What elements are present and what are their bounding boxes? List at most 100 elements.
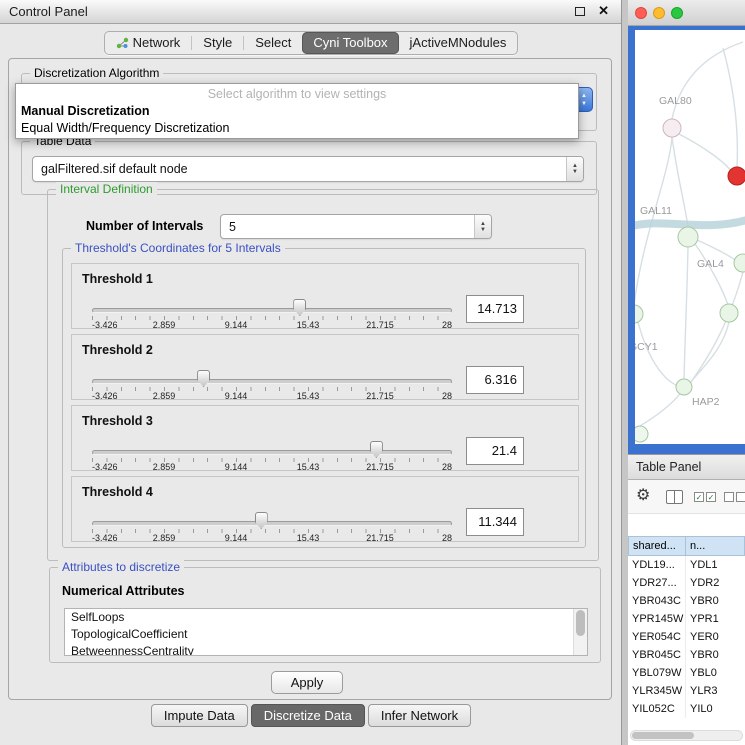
- slider-track[interactable]: [92, 308, 452, 313]
- threshold-3-value-field[interactable]: 21.4: [466, 437, 524, 465]
- tick-label: 21.715: [366, 533, 394, 543]
- network-node[interactable]: [635, 305, 643, 323]
- tab-impute-data[interactable]: Impute Data: [151, 704, 248, 727]
- table-row[interactable]: YDL19...YDL1: [628, 556, 745, 574]
- network-node[interactable]: [734, 254, 745, 272]
- tick-label: 15.43: [297, 391, 320, 401]
- list-item[interactable]: BetweennessCentrality: [65, 643, 587, 656]
- thresholds-group: Threshold's Coordinates for 5 Intervals …: [62, 248, 586, 548]
- list-item[interactable]: TopologicalCoefficient: [65, 626, 587, 643]
- control-panel-window: Control Panel ✕ Network Style: [0, 0, 622, 745]
- network-window-titlebar: [628, 0, 745, 26]
- slider-thumb[interactable]: [370, 441, 383, 458]
- list-item[interactable]: SelfLoops: [65, 609, 587, 626]
- table-row[interactable]: YBR045CYBR0: [628, 646, 745, 664]
- threshold-4-slider[interactable]: -3.426 2.859 9.144 15.43 21.715 28: [92, 477, 452, 543]
- list-scrollbar[interactable]: [573, 609, 587, 655]
- tab-select[interactable]: Select: [244, 32, 302, 54]
- right-panel: GAL80 GAL11 GAL4 GCY1 HAP2 Table Panel ⚙…: [628, 0, 745, 745]
- network-node[interactable]: [678, 227, 698, 247]
- column-header-name[interactable]: n...: [686, 536, 745, 556]
- dropdown-item-manual-discretization[interactable]: Manual Discretization: [16, 103, 578, 120]
- scrollbar-thumb[interactable]: [576, 610, 585, 636]
- node-label: HAP2: [692, 396, 720, 408]
- tick-label: 21.715: [366, 391, 394, 401]
- tick-label: -3.426: [92, 533, 118, 543]
- table-row[interactable]: YBL079WYBL0: [628, 664, 745, 682]
- threshold-1-slider[interactable]: -3.426 2.859 9.144 15.43 21.715 28: [92, 264, 452, 330]
- combobox-value: 5: [221, 220, 474, 234]
- tick-label: 2.859: [153, 391, 176, 401]
- select-check-icon[interactable]: ✓: [694, 492, 704, 502]
- tab-jactivemodules[interactable]: jActiveMNodules: [399, 32, 518, 54]
- threshold-1-value-field[interactable]: 14.713: [466, 295, 524, 323]
- gear-icon[interactable]: ⚙: [636, 487, 650, 505]
- tab-infer-network[interactable]: Infer Network: [368, 704, 471, 727]
- float-window-icon[interactable]: [575, 7, 585, 16]
- table-row[interactable]: YER054CYER0: [628, 628, 745, 646]
- unselect-check-icon[interactable]: [736, 492, 745, 502]
- slider-thumb[interactable]: [293, 299, 306, 316]
- threshold-2-value-field[interactable]: 6.316: [466, 366, 524, 394]
- slider-track[interactable]: [92, 379, 452, 384]
- window-title: Control Panel: [9, 4, 88, 19]
- cell: YBL079W: [628, 664, 686, 682]
- table-row[interactable]: YDR27...YDR2: [628, 574, 745, 592]
- table-row[interactable]: YLR345WYLR3: [628, 682, 745, 700]
- network-node[interactable]: [635, 426, 648, 442]
- unselect-check-icon[interactable]: [724, 492, 734, 502]
- table-row[interactable]: YPR145WYPR1: [628, 610, 745, 628]
- tab-style[interactable]: Style: [192, 32, 243, 54]
- group-title: Discretization Algorithm: [30, 66, 163, 80]
- column-header-shared-name[interactable]: shared...: [628, 536, 686, 556]
- slider-thumb[interactable]: [255, 512, 268, 529]
- tick-label: 21.715: [366, 462, 394, 472]
- attributes-group: Attributes to discretize Numerical Attri…: [49, 567, 601, 663]
- tick-label: 9.144: [225, 462, 248, 472]
- table-row[interactable]: YIL052CYIL0: [628, 700, 745, 718]
- threshold-4-value-field[interactable]: 11.344: [466, 508, 524, 536]
- network-node[interactable]: [663, 119, 681, 137]
- threshold-3-slider[interactable]: -3.426 2.859 9.144 15.43 21.715 28: [92, 406, 452, 472]
- bottom-tabbar: Impute Data Discretize Data Infer Networ…: [0, 704, 622, 727]
- apply-button[interactable]: Apply: [271, 671, 343, 694]
- tab-network[interactable]: Network: [105, 32, 192, 54]
- network-node[interactable]: [676, 379, 692, 395]
- slider-tick-labels: -3.426 2.859 9.144 15.43 21.715 28: [92, 320, 452, 330]
- cell: YBR045C: [628, 646, 686, 664]
- tab-cyni-toolbox[interactable]: Cyni Toolbox: [302, 32, 398, 54]
- slider-thumb[interactable]: [197, 370, 210, 387]
- cell: YIL052C: [628, 700, 686, 718]
- combobox-arrows-icon: ▲ ▼: [581, 92, 587, 108]
- scrollbar-thumb[interactable]: [632, 732, 694, 739]
- threshold-2-panel: Threshold 2 -3.426 2.859 9.144 15.43 21.…: [71, 334, 579, 400]
- network-node-selected[interactable]: [728, 167, 745, 185]
- threshold-1-panel: Threshold 1 -3.426 2.859 9.144 15.43 21.…: [71, 263, 579, 329]
- cell: YIL0: [686, 700, 745, 718]
- horizontal-scrollbar[interactable]: [630, 730, 743, 741]
- slider-track[interactable]: [92, 521, 452, 526]
- select-check-icon[interactable]: ✓: [706, 492, 716, 502]
- tick-label: 9.144: [225, 320, 248, 330]
- node-label: GCY1: [635, 341, 658, 353]
- zoom-traffic-light-icon[interactable]: [671, 7, 683, 19]
- table-data-combobox[interactable]: galFiltered.sif default node ▲ ▼: [32, 156, 584, 182]
- numerical-attributes-list[interactable]: SelfLoops TopologicalCoefficient Between…: [64, 608, 588, 656]
- cell: YER0: [686, 628, 745, 646]
- network-node[interactable]: [720, 304, 738, 322]
- network-canvas[interactable]: GAL80 GAL11 GAL4 GCY1 HAP2: [635, 30, 745, 444]
- tab-discretize-data[interactable]: Discretize Data: [251, 704, 365, 727]
- slider-track[interactable]: [92, 450, 452, 455]
- table-row[interactable]: YBR043CYBR0: [628, 592, 745, 610]
- close-traffic-light-icon[interactable]: [635, 7, 647, 19]
- arrow-down-icon: ▼: [581, 100, 587, 108]
- minimize-traffic-light-icon[interactable]: [653, 7, 665, 19]
- cell: YPR145W: [628, 610, 686, 628]
- columns-icon[interactable]: [666, 490, 683, 504]
- threshold-2-slider[interactable]: -3.426 2.859 9.144 15.43 21.715 28: [92, 335, 452, 401]
- dropdown-item-equal-width[interactable]: Equal Width/Frequency Discretization: [16, 120, 578, 137]
- node-label: GAL80: [659, 95, 692, 107]
- close-icon[interactable]: ✕: [598, 3, 609, 19]
- numerical-attributes-label: Numerical Attributes: [62, 584, 184, 598]
- number-of-intervals-combobox[interactable]: 5 ▲ ▼: [220, 214, 492, 239]
